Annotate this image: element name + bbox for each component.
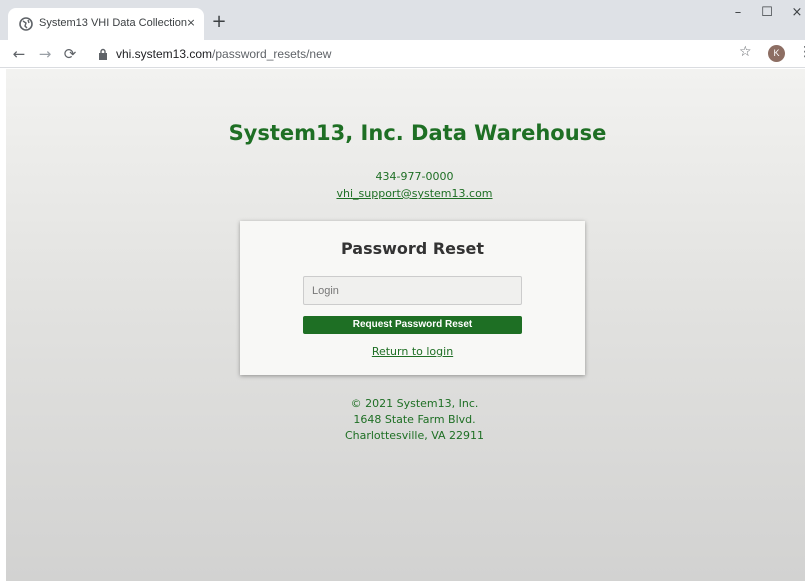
minimize-button[interactable]: – [723, 2, 753, 28]
support-phone: 434-977-0000 [375, 170, 454, 183]
kebab-menu-icon[interactable]: ⋮ [798, 44, 805, 60]
new-tab-button[interactable]: + [210, 13, 228, 32]
tab-title: System13 VHI Data Collection [39, 17, 187, 29]
bookmark-star-icon[interactable]: ☆ [739, 44, 752, 60]
browser-toolbar: ← → ⟳ vhi.system13.com/password_resets/n… [0, 40, 805, 68]
forward-arrow-icon[interactable]: → [36, 45, 54, 63]
request-password-reset-button[interactable]: Request Password Reset [303, 316, 522, 334]
tab-strip: System13 VHI Data Collection × + – ☐ × [0, 0, 805, 40]
url-domain: vhi.system13.com [116, 47, 213, 61]
url-path: /password_resets/new [212, 47, 332, 61]
card-heading: Password Reset [340, 239, 485, 258]
back-arrow-icon[interactable]: ← [10, 45, 28, 63]
return-to-login-link[interactable]: Return to login [240, 345, 585, 358]
page-footer: © 2021 System13, Inc. 1648 State Farm Bl… [6, 396, 805, 444]
globe-icon [19, 17, 33, 31]
page-viewport: System13, Inc. Data Warehouse 434-977-00… [6, 69, 805, 581]
copyright-text: © 2021 System13, Inc. [350, 397, 479, 410]
page-title: System13, Inc. Data Warehouse [228, 121, 607, 145]
maximize-button[interactable]: ☐ [752, 2, 782, 28]
reload-icon[interactable]: ⟳ [61, 45, 79, 63]
url-text: vhi.system13.com/password_resets/new [116, 47, 331, 61]
tab-close-icon[interactable]: × [184, 16, 198, 30]
profile-avatar[interactable]: K [768, 45, 785, 62]
password-reset-card: Password Reset Request Password Reset Re… [240, 221, 585, 375]
address-line-1: 1648 State Farm Blvd. [353, 413, 476, 426]
lock-icon [99, 48, 107, 60]
address-bar[interactable]: vhi.system13.com/password_resets/new [90, 43, 770, 65]
close-window-button[interactable]: × [782, 2, 805, 28]
support-email-link[interactable]: vhi_support@system13.com [6, 187, 805, 200]
address-line-2: Charlottesville, VA 22911 [344, 429, 485, 442]
login-input[interactable] [303, 276, 522, 305]
browser-tab[interactable]: System13 VHI Data Collection × [8, 8, 204, 40]
